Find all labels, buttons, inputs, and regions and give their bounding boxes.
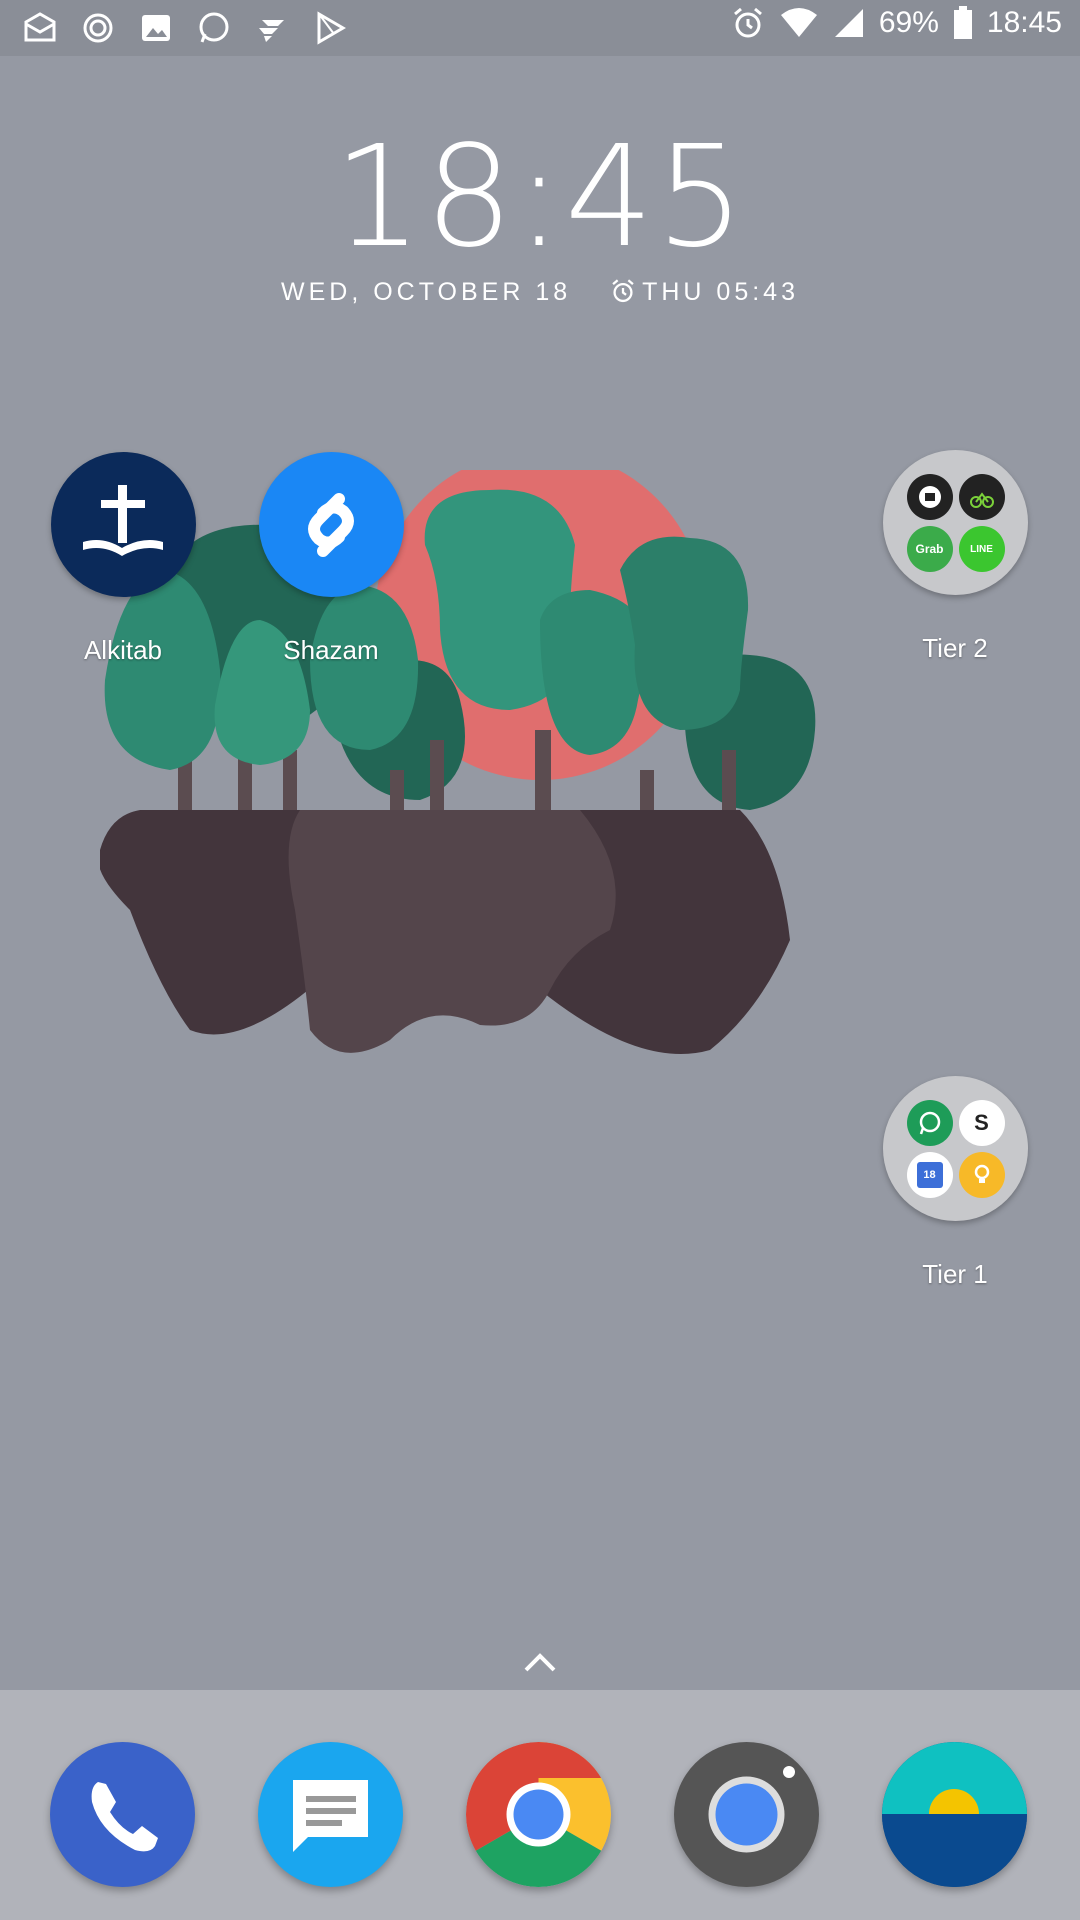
signal-icon [833, 7, 865, 39]
wifi-icon [779, 7, 819, 39]
status-bar[interactable]: 69% 18:45 [0, 0, 1080, 56]
folder-label: Tier 1 [922, 1259, 988, 1289]
calendar-icon: 18 [906, 1152, 953, 1198]
alarm-text: THU 05:43 [642, 278, 799, 306]
folder-preview: S 18 [882, 1076, 1028, 1221]
app-label: Shazam [283, 635, 379, 665]
date-alarm-row[interactable]: WED, OCTOBER 18 THU 05:43 [0, 278, 1080, 307]
clock-time[interactable]: 18:45 [0, 128, 1080, 268]
whatsapp-icon [196, 10, 232, 46]
phone-icon[interactable] [50, 1742, 195, 1887]
folder-tier-1[interactable]: S 18 Tier 1 [880, 1076, 1030, 1290]
dock [0, 1690, 1080, 1920]
app-alkitab[interactable]: Alkitab [48, 452, 198, 666]
mail-icon [22, 10, 58, 46]
play-store-icon [312, 10, 348, 46]
wallpapers-icon[interactable] [882, 1742, 1027, 1887]
chrome-icon[interactable] [466, 1742, 611, 1887]
shazam-icon [258, 452, 404, 597]
gojek-icon [958, 474, 1005, 520]
image-icon [138, 10, 174, 46]
grab-icon: Grab [906, 526, 953, 572]
date-text: WED, OCTOBER 18 [281, 278, 572, 306]
status-time: 18:45 [986, 6, 1062, 39]
app-label: Alkitab [83, 635, 163, 665]
battery-icon [953, 6, 973, 40]
camera-icon[interactable] [674, 1742, 819, 1887]
whatsapp-icon [906, 1100, 953, 1146]
system-icons: 69% 18:45 [731, 6, 1062, 40]
next-alarm[interactable]: THU 05:43 [610, 278, 799, 306]
alarm-icon [731, 6, 765, 40]
keep-icon [958, 1152, 1005, 1198]
messages-icon[interactable] [258, 1742, 403, 1887]
calendar-date: 18 [916, 1162, 943, 1188]
cross-book-icon [50, 452, 196, 597]
battery-percent: 69% [878, 6, 939, 39]
wallpaper-illustration [100, 470, 816, 1054]
chevron-up-icon[interactable] [522, 1650, 558, 1674]
notification-icons [22, 10, 348, 46]
app-shazam[interactable]: Shazam [256, 452, 406, 666]
slack-icon: S [958, 1100, 1005, 1146]
folder-label: Tier 2 [922, 633, 988, 663]
alarm-icon [612, 279, 634, 303]
line-icon: LINE [958, 526, 1005, 572]
folder-tier-2[interactable]: Grab LINE Tier 2 [880, 450, 1030, 664]
sync-icon [80, 10, 116, 46]
jira-icon [254, 10, 290, 46]
folder-preview: Grab LINE [882, 450, 1028, 595]
uber-icon [906, 474, 953, 520]
